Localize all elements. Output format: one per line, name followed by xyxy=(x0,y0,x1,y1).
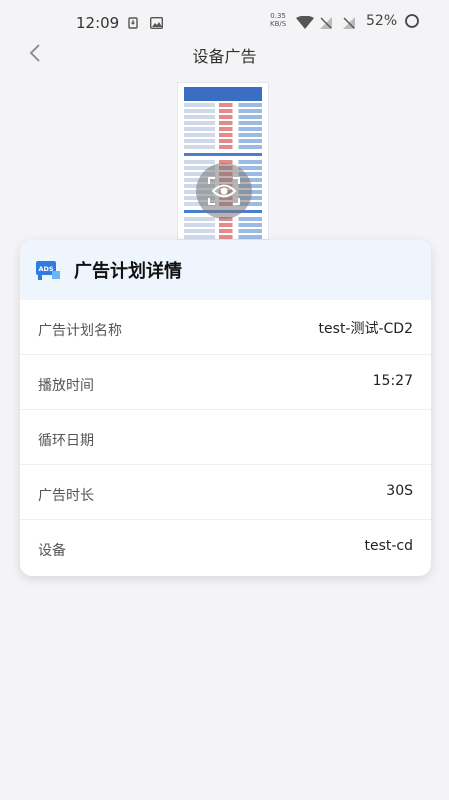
ad-preview-thumbnail[interactable] xyxy=(177,82,269,240)
svg-text:ADS: ADS xyxy=(38,265,53,273)
page-title: 设备广告 xyxy=(192,47,257,66)
card-header: ADS 广告计划详情 xyxy=(20,240,431,300)
row-value: test-cd xyxy=(364,538,413,554)
no-sim-icon-2 xyxy=(343,14,355,33)
net-speed: 0.35 KB/S xyxy=(270,12,286,28)
view-preview-button[interactable] xyxy=(196,163,252,219)
battery-percent: 52% xyxy=(366,13,398,29)
row-label: 设备 xyxy=(38,543,66,559)
image-notification-icon xyxy=(149,14,164,33)
status-bar: 12:09 0.35 KB/S 52% xyxy=(0,0,449,36)
wifi-icon xyxy=(296,14,314,33)
no-sim-icon xyxy=(320,14,332,33)
download-notification-icon xyxy=(128,14,138,33)
detail-row-play-time: 播放时间 15:27 xyxy=(20,355,431,410)
eye-scan-icon xyxy=(208,177,240,205)
ad-plan-detail-card: ADS 广告计划详情 广告计划名称 test-测试-CD2 播放时间 15:27… xyxy=(20,240,431,576)
detail-row-device: 设备 test-cd xyxy=(20,520,431,575)
status-time: 12:09 xyxy=(76,14,120,32)
row-label: 循环日期 xyxy=(38,433,94,449)
row-value: 30S xyxy=(386,483,413,499)
ads-icon: ADS xyxy=(36,259,62,281)
detail-row-plan-name: 广告计划名称 test-测试-CD2 xyxy=(20,300,431,355)
battery-icon xyxy=(404,13,420,33)
preview-banner xyxy=(184,87,262,101)
row-label: 播放时间 xyxy=(38,378,94,394)
detail-row-duration: 广告时长 30S xyxy=(20,465,431,520)
row-label: 广告时长 xyxy=(38,488,94,504)
card-title: 广告计划详情 xyxy=(74,261,182,282)
row-label: 广告计划名称 xyxy=(38,323,122,339)
row-value: 15:27 xyxy=(372,373,413,389)
detail-row-loop-date: 循环日期 xyxy=(20,410,431,465)
header: 设备广告 xyxy=(0,36,449,72)
net-speed-value: 0.35 xyxy=(270,12,286,20)
row-value: test-测试-CD2 xyxy=(318,321,413,337)
net-speed-unit: KB/S xyxy=(270,20,287,28)
